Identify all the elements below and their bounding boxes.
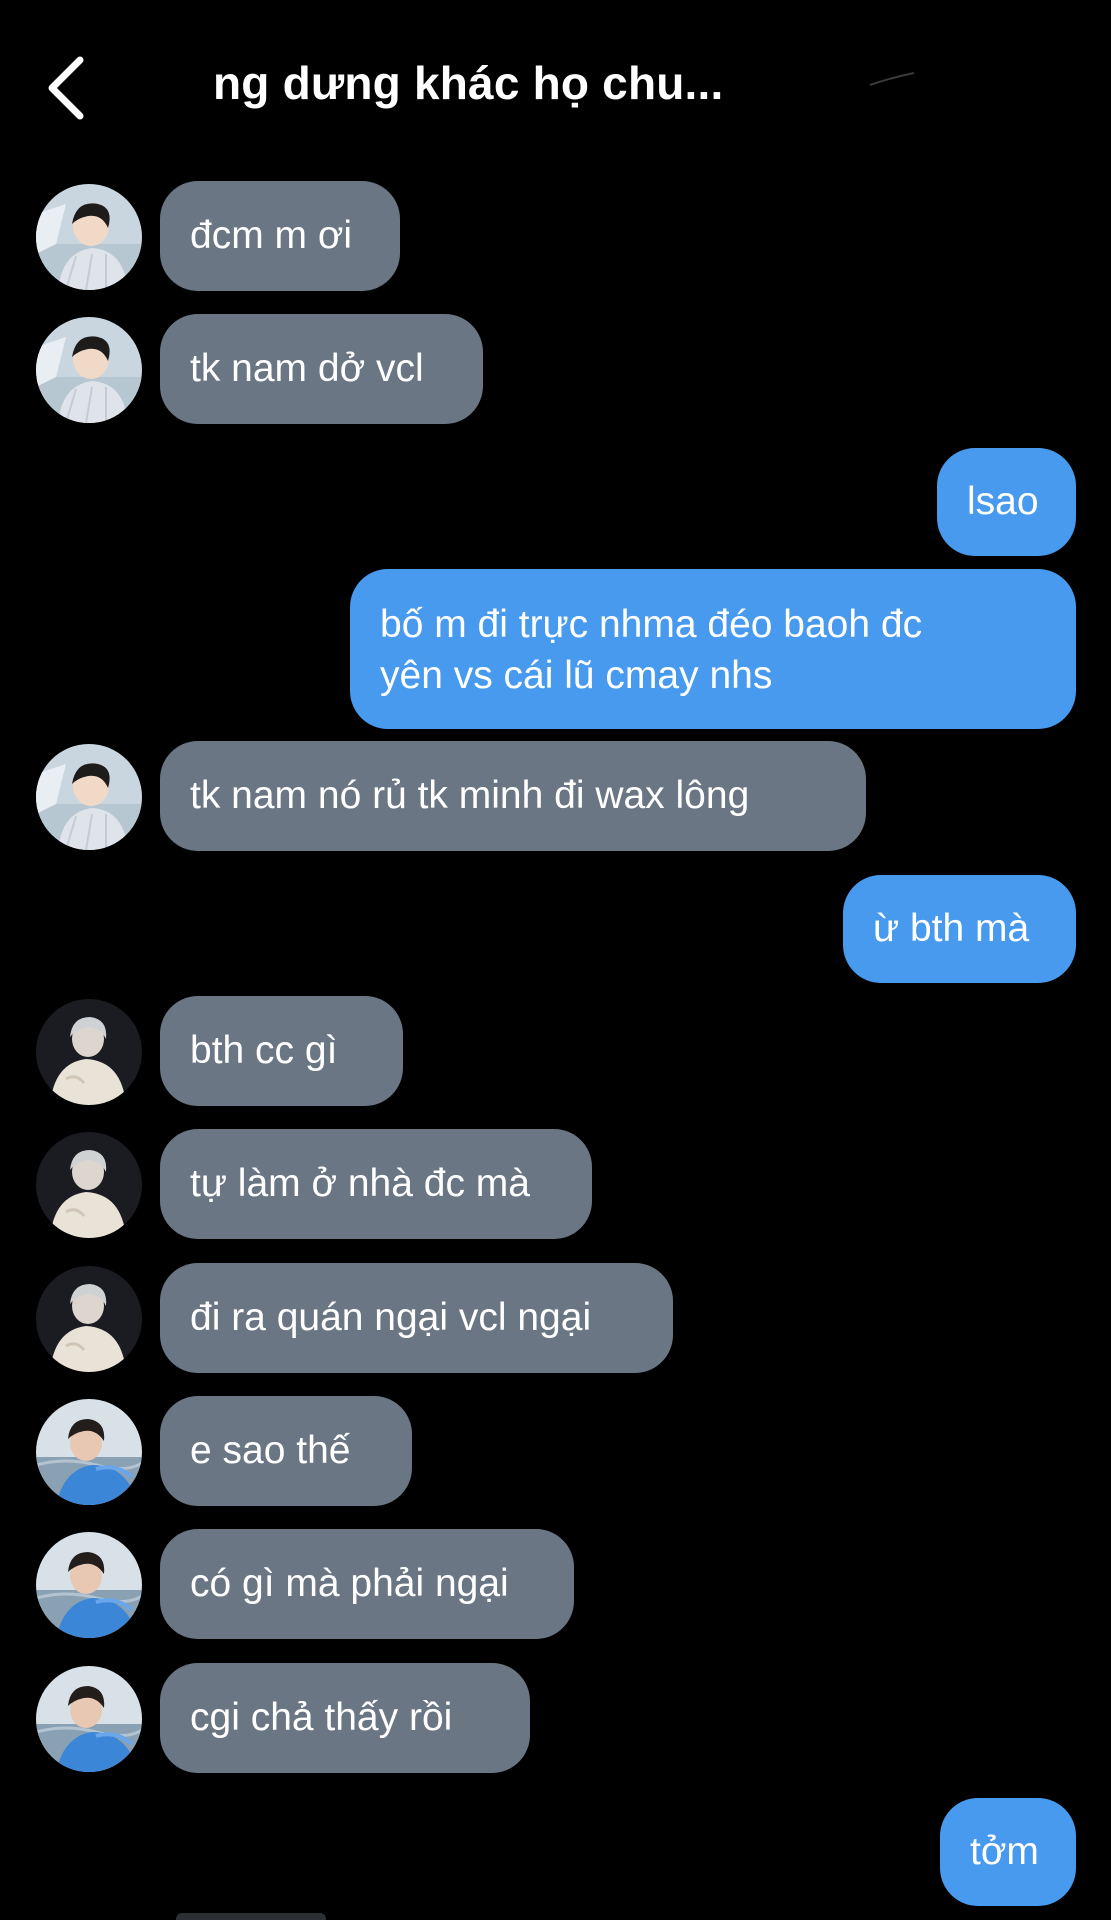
avatar[interactable]: [36, 317, 142, 423]
avatar[interactable]: [36, 1132, 142, 1238]
message-text: cgi chả thấy rồi: [190, 1696, 453, 1739]
profile-photo: [36, 1266, 142, 1372]
message-bubble[interactable]: tự làm ở nhà đc mà: [160, 1129, 592, 1239]
message-text-line-1: bố m đi trực nhma đéo baoh đc: [380, 603, 923, 646]
message-text: tk nam dở vcl: [190, 347, 424, 390]
profile-photo: [36, 999, 142, 1105]
profile-photo: [36, 1666, 142, 1772]
message-bubble[interactable]: bth cc gì: [160, 996, 403, 1106]
message-text: có gì mà phải ngại: [190, 1562, 509, 1605]
profile-photo: [36, 1532, 142, 1638]
message-text: đi ra quán ngại vcl ngại: [190, 1296, 592, 1339]
profile-photo: [36, 317, 142, 423]
avatar[interactable]: [36, 1266, 142, 1372]
message-bubble[interactable]: đcm m ơi: [160, 181, 400, 291]
message-bubble[interactable]: đi ra quán ngại vcl ngại: [160, 1263, 673, 1373]
message-bubble[interactable]: tởm: [940, 1798, 1076, 1906]
avatar[interactable]: [36, 1532, 142, 1638]
avatar[interactable]: [36, 184, 142, 290]
message-bubble[interactable]: tk nam dở vcl: [160, 314, 483, 424]
message-bubble[interactable]: lsao: [937, 448, 1076, 556]
next-message-peek: [176, 1913, 326, 1920]
message-text: đcm m ơi: [190, 214, 353, 257]
message-bubble[interactable]: tk nam nó rủ tk minh đi wax lông: [160, 741, 866, 851]
message-text: tởm: [970, 1830, 1039, 1873]
message-text: ừ bth mà: [873, 907, 1030, 950]
message-text: bth cc gì: [190, 1029, 338, 1072]
message-bubble[interactable]: e sao thế: [160, 1396, 412, 1506]
message-bubble[interactable]: ừ bth mà: [843, 875, 1076, 983]
profile-photo: [36, 184, 142, 290]
message-thread: đcm m ơi tk nam dở vcl lsao bố m đi trực…: [0, 0, 1111, 1920]
avatar[interactable]: [36, 999, 142, 1105]
profile-photo: [36, 744, 142, 850]
message-text: tự làm ở nhà đc mà: [190, 1162, 530, 1205]
message-text: tk nam nó rủ tk minh đi wax lông: [190, 774, 750, 817]
profile-photo: [36, 1399, 142, 1505]
message-text: lsao: [967, 480, 1039, 523]
avatar[interactable]: [36, 744, 142, 850]
message-text-line-2: yên vs cái lũ cmay nhs: [380, 654, 773, 697]
message-text: e sao thế: [190, 1429, 351, 1472]
avatar[interactable]: [36, 1666, 142, 1772]
message-bubble[interactable]: bố m đi trực nhma đéo baoh đc yên vs cái…: [350, 569, 1076, 729]
message-bubble[interactable]: cgi chả thấy rồi: [160, 1663, 530, 1773]
message-bubble[interactable]: có gì mà phải ngại: [160, 1529, 574, 1639]
profile-photo: [36, 1132, 142, 1238]
avatar[interactable]: [36, 1399, 142, 1505]
